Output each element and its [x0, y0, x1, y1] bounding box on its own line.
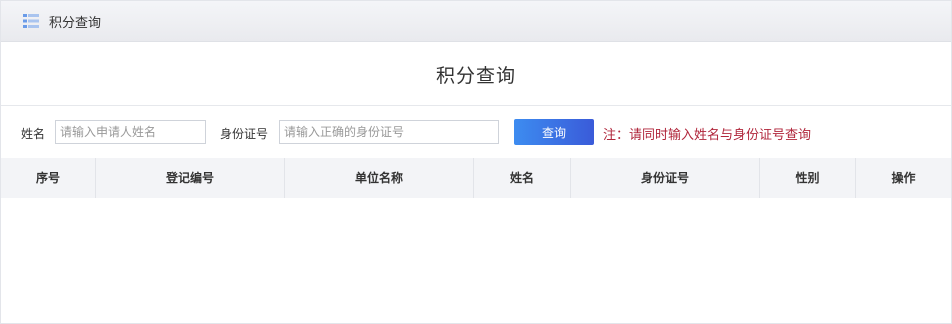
- app-frame: 积分查询 积分查询 姓名 身份证号 查询 注：请同时输入姓名与身份证号查询 序号…: [0, 0, 952, 324]
- results-table-body: [1, 198, 951, 323]
- query-button[interactable]: 查询: [514, 119, 594, 145]
- id-label: 身份证号: [220, 127, 269, 141]
- results-table-header: 序号 登记编号 单位名称 姓名 身份证号 性别 操作: [1, 158, 951, 198]
- divider: [1, 105, 951, 106]
- query-note: 注：请同时输入姓名与身份证号查询: [603, 128, 812, 143]
- column-header-id-number: 身份证号: [571, 158, 760, 198]
- topbar-title: 积分查询: [49, 15, 102, 31]
- list-icon: [23, 13, 39, 29]
- column-header-actions: 操作: [891, 171, 916, 185]
- column-header-registration-no: 登记编号: [96, 158, 285, 198]
- search-bar: 姓名 身份证号 查询 注：请同时输入姓名与身份证号查询: [1, 119, 951, 147]
- id-number-input[interactable]: [279, 120, 499, 144]
- column-header-name: 姓名: [474, 158, 571, 198]
- name-label: 姓名: [21, 127, 46, 141]
- column-header-gender: 性别: [760, 158, 856, 198]
- column-header-company-name: 单位名称: [285, 158, 474, 198]
- name-input[interactable]: [55, 120, 206, 144]
- column-header-index: 序号: [1, 158, 96, 198]
- top-bar: 积分查询: [1, 1, 951, 42]
- page-title: 积分查询: [435, 65, 516, 87]
